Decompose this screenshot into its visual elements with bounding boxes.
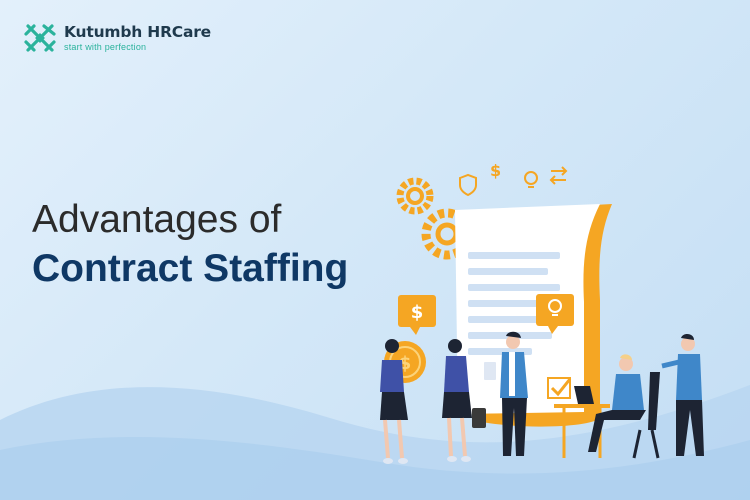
checkbox-icon	[547, 377, 572, 399]
gear-icon	[396, 177, 434, 215]
dollar-speech-bubble: $	[398, 295, 436, 335]
svg-text:$: $	[411, 302, 424, 323]
contract-staffing-illustration: $ $ $	[380, 161, 704, 464]
swap-arrows-icon	[549, 166, 568, 185]
person-standing-man	[661, 334, 704, 456]
banner: Kutumbh HRCare start with perfection Adv…	[0, 0, 750, 500]
lightbulb-icon	[524, 171, 538, 188]
shield-icon	[459, 173, 477, 197]
dollar-icon: $	[490, 161, 501, 180]
